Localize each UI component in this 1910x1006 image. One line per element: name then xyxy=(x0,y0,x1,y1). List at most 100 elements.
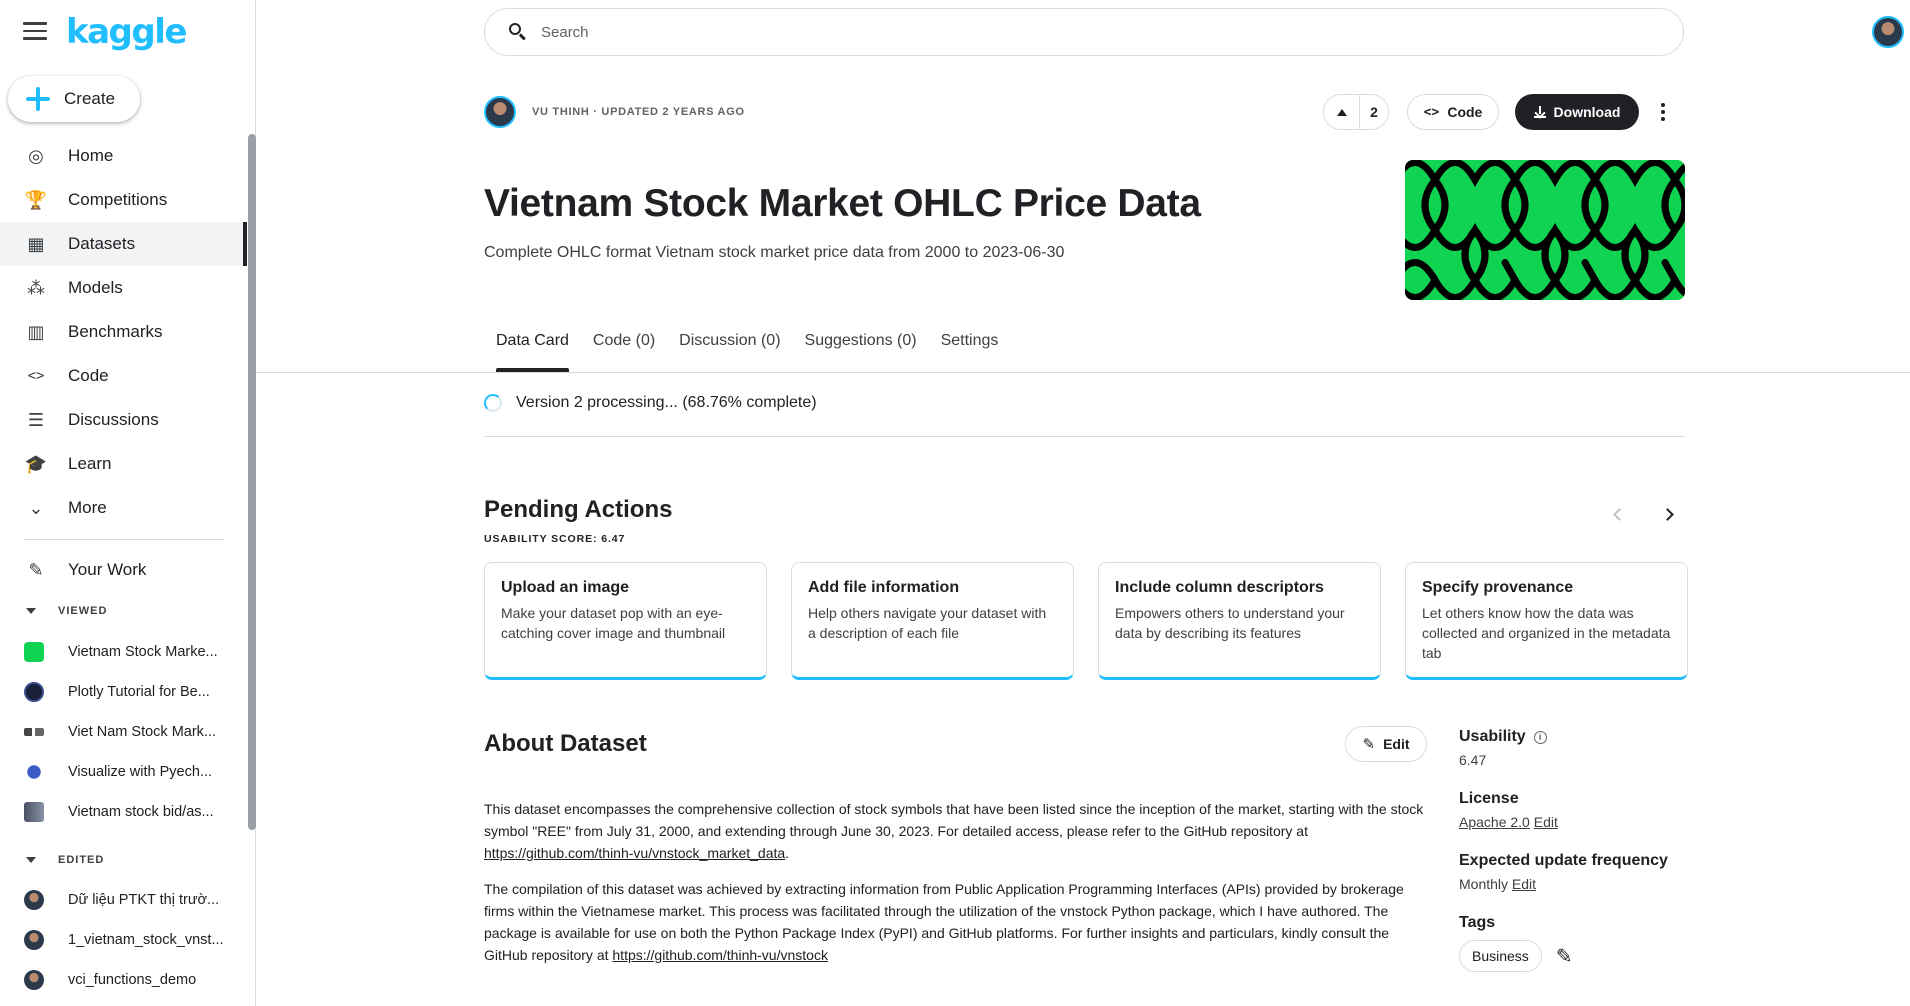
viewed-item[interactable]: Viet Nam Stock Mark... xyxy=(24,716,234,748)
viewed-heading[interactable]: VIEWED xyxy=(26,603,107,619)
sidebar-item-learn[interactable]: 🎓 Learn xyxy=(0,442,246,486)
edit-tags-pencil-icon[interactable]: ✎ xyxy=(1556,944,1573,969)
dataset-tabs: Data Card Code (0) Discussion (0) Sugges… xyxy=(484,332,1010,372)
sidebar-item-label: Your Work xyxy=(68,560,147,579)
action-card-provenance[interactable]: Specify provenance Let others know how t… xyxy=(1405,562,1688,680)
about-paragraph: This dataset encompasses the comprehensi… xyxy=(484,798,1434,864)
viewed-item-label: Plotly Tutorial for Be... xyxy=(68,684,210,700)
license-link[interactable]: Apache 2.0 xyxy=(1459,814,1530,830)
create-button[interactable]: Create xyxy=(8,76,140,122)
tab-code[interactable]: Code (0) xyxy=(581,332,667,372)
edited-item[interactable]: vci_functions_demo xyxy=(24,964,234,996)
viewed-heading-label: VIEWED xyxy=(58,605,108,617)
viewed-item[interactable]: Vietnam Stock Marke... xyxy=(24,636,234,668)
sidebar-item-label: Code xyxy=(68,366,109,385)
about-paragraph: The compilation of this dataset was achi… xyxy=(484,878,1434,966)
viewed-item[interactable]: Plotly Tutorial for Be... xyxy=(24,676,234,708)
search-bar[interactable] xyxy=(484,8,1684,56)
github-vnstock-link[interactable]: https://github.com/thinh-vu/vnstock xyxy=(612,947,828,963)
caret-down-icon xyxy=(26,608,36,614)
info-icon[interactable]: i xyxy=(1533,730,1547,744)
tab-suggestions[interactable]: Suggestions (0) xyxy=(793,332,929,372)
sidebar-item-label: Competitions xyxy=(68,190,168,209)
tab-discussion[interactable]: Discussion (0) xyxy=(667,332,792,372)
kaggle-logo[interactable]: kaggle xyxy=(66,12,187,52)
sidebar-item-models[interactable]: ⁂ Models xyxy=(0,266,246,310)
edited-item[interactable]: Dữ liệu PTKT thị trườ... xyxy=(24,884,234,916)
frequency-edit-link[interactable]: Edit xyxy=(1512,876,1536,892)
search-input[interactable] xyxy=(541,23,1641,41)
more-options-icon[interactable] xyxy=(1651,100,1675,124)
metadata-panel: Usability i 6.47 License Apache 2.0 Edit… xyxy=(1459,728,1689,994)
download-button-label: Download xyxy=(1553,104,1621,120)
action-card-column-descriptors[interactable]: Include column descriptors Empowers othe… xyxy=(1098,562,1381,680)
edit-button-label: Edit xyxy=(1383,736,1410,752)
chevron-left-icon xyxy=(1612,507,1626,521)
carousel-next-button[interactable] xyxy=(1655,502,1679,526)
tag-chip[interactable]: Business xyxy=(1459,940,1542,972)
pencil-icon: ✎ xyxy=(1362,736,1376,753)
tags-block: Tags Business ✎ xyxy=(1459,914,1689,972)
viewed-item-label: Vietnam stock bid/as... xyxy=(68,804,214,820)
edited-item-label: vci_functions_demo xyxy=(68,972,197,988)
download-button[interactable]: Download xyxy=(1515,94,1639,130)
edited-heading-label: EDITED xyxy=(58,854,105,866)
edited-heading[interactable]: EDITED xyxy=(26,852,104,868)
action-card-upload-image[interactable]: Upload an image Make your dataset pop wi… xyxy=(484,562,767,680)
pending-actions-cards: Upload an image Make your dataset pop wi… xyxy=(484,562,1688,680)
sidebar-item-more[interactable]: ⌄ More xyxy=(0,486,246,530)
github-data-link[interactable]: https://github.com/thinh-vu/vnstock_mark… xyxy=(484,845,785,861)
loading-spinner-icon xyxy=(484,394,502,412)
code-icon: <> xyxy=(27,368,45,384)
sidebar-item-discussions[interactable]: ☰ Discussions xyxy=(0,398,246,442)
tags-label: Tags xyxy=(1459,914,1496,931)
action-card-file-info[interactable]: Add file information Help others navigat… xyxy=(791,562,1074,680)
code-button[interactable]: <> Code xyxy=(1407,94,1499,130)
create-label: Create xyxy=(64,89,116,108)
vote-count[interactable]: 2 xyxy=(1360,104,1388,120)
edited-item-label: Dữ liệu PTKT thị trườ... xyxy=(68,892,220,908)
sidebar-divider xyxy=(24,539,224,540)
menu-icon[interactable] xyxy=(23,22,47,40)
sidebar-item-competitions[interactable]: 🏆 Competitions xyxy=(0,178,246,222)
table-icon: ▦ xyxy=(27,233,45,254)
owner-avatar[interactable] xyxy=(484,96,516,128)
sidebar-scrollbar[interactable] xyxy=(248,134,256,830)
notebook-thumbnail-icon xyxy=(24,762,44,782)
sidebar-item-your-work[interactable]: ✎ Your Work xyxy=(0,548,246,592)
search-icon xyxy=(509,23,527,41)
sidebar-item-home[interactable]: ◎ Home xyxy=(0,134,246,178)
discussion-icon: ☰ xyxy=(27,409,45,430)
usability-label: Usability i xyxy=(1459,728,1689,746)
usability-block: Usability i 6.47 xyxy=(1459,728,1689,768)
processing-text: Version 2 processing... (68.76% complete… xyxy=(516,394,817,411)
sidebar-item-benchmarks[interactable]: ▥ Benchmarks xyxy=(0,310,246,354)
sidebar: kaggle Create ◎ Home 🏆 Competitions ▦ Da… xyxy=(0,0,256,1006)
dataset-thumbnail-icon xyxy=(24,802,44,822)
sidebar-nav: ◎ Home 🏆 Competitions ▦ Datasets ⁂ Model… xyxy=(0,134,247,530)
edit-about-button[interactable]: ✎ Edit xyxy=(1345,726,1427,762)
usability-label-text: Usability xyxy=(1459,728,1526,745)
viewed-item-label: Viet Nam Stock Mark... xyxy=(68,724,216,740)
notebook-thumbnail-icon xyxy=(24,682,44,702)
upvote-icon[interactable] xyxy=(1324,95,1360,129)
action-card-title: Upload an image xyxy=(501,579,630,596)
license-block: License Apache 2.0 Edit xyxy=(1459,790,1689,830)
tags-row: Business ✎ xyxy=(1459,940,1689,972)
sidebar-item-code[interactable]: <> Code xyxy=(0,354,246,398)
edited-item[interactable]: 1_vietnam_stock_vnst... xyxy=(24,924,234,956)
sidebar-item-datasets[interactable]: ▦ Datasets xyxy=(0,222,247,266)
viewed-item[interactable]: Vietnam stock bid/as... xyxy=(24,796,234,828)
carousel-prev-button[interactable] xyxy=(1607,502,1631,526)
plus-icon xyxy=(20,81,56,117)
profile-avatar[interactable] xyxy=(1872,16,1904,48)
frequency-text: Monthly xyxy=(1459,876,1509,892)
tab-data-card[interactable]: Data Card xyxy=(484,332,581,372)
about-text: This dataset encompasses the comprehensi… xyxy=(484,801,1424,839)
license-edit-link[interactable]: Edit xyxy=(1534,814,1558,830)
viewed-item[interactable]: Visualize with Pyech... xyxy=(24,756,234,788)
page-subtitle: Complete OHLC format Vietnam stock marke… xyxy=(484,244,1065,261)
tab-settings[interactable]: Settings xyxy=(929,332,1011,372)
pending-actions-title: Pending Actions xyxy=(484,496,673,523)
models-icon: ⁂ xyxy=(27,277,45,298)
